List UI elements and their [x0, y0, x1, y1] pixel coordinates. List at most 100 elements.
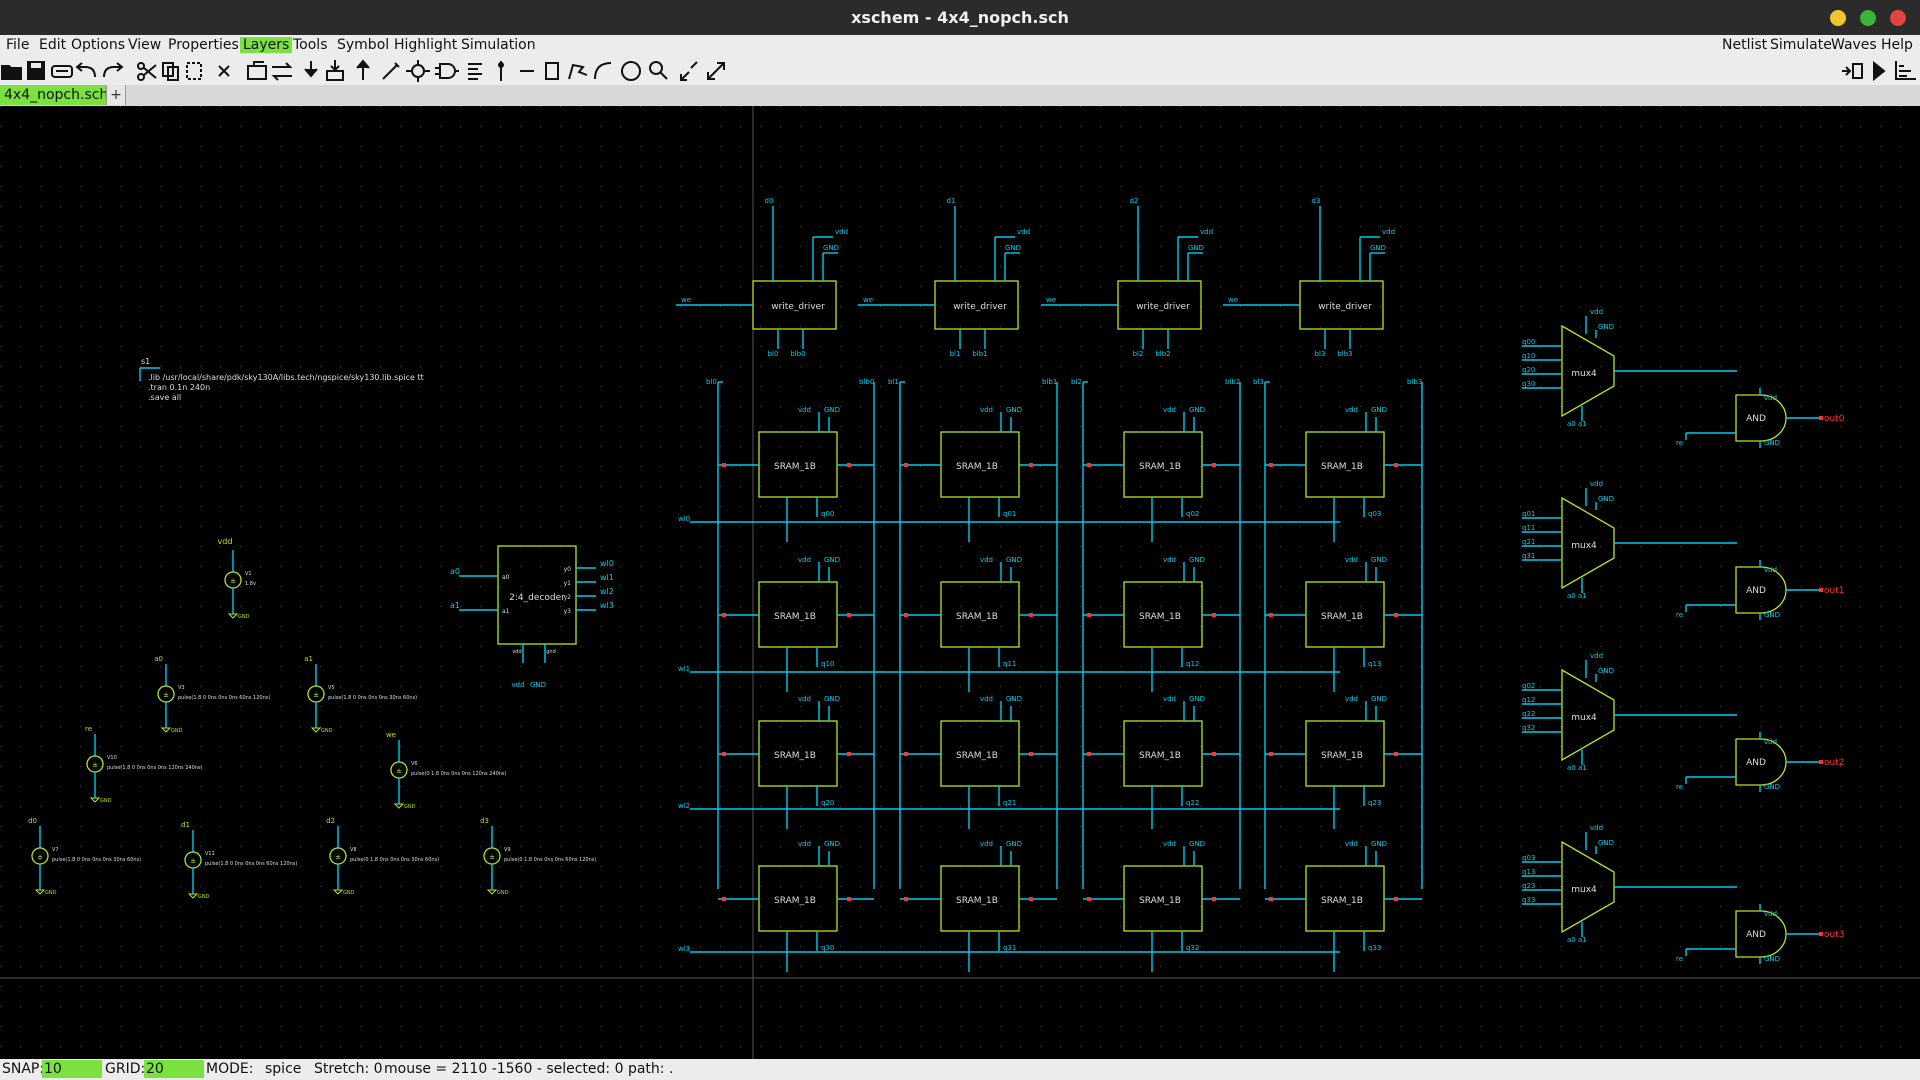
menu-file[interactable]: File — [3, 37, 32, 53]
maximize-button[interactable] — [1860, 10, 1876, 26]
waves-icon[interactable] — [1895, 61, 1916, 80]
push-icon[interactable] — [247, 61, 267, 80]
menu-edit[interactable]: Edit — [36, 37, 69, 53]
open-icon[interactable] — [1, 65, 22, 80]
sram-label: SRAM_1B — [1139, 751, 1181, 761]
toolbar — [0, 57, 1920, 85]
mux-input: q21 — [1522, 538, 1535, 546]
descend-icon[interactable] — [304, 61, 318, 78]
and-output: out0 — [1824, 414, 1845, 424]
minimize-button[interactable] — [1830, 10, 1846, 26]
write-driver-label: write_driver — [771, 302, 825, 312]
net-label-icon[interactable] — [406, 60, 430, 82]
source-name: V9 — [504, 847, 511, 853]
sram-vdd: vdd — [1345, 840, 1358, 848]
add-tab-button[interactable]: + — [106, 85, 126, 105]
and-enable: re — [1676, 611, 1683, 619]
schematic-canvas[interactable]: s1 .lib /usr/local/share/pdk/sky130A/libs… — [0, 106, 1920, 1059]
mux-input: q10 — [1522, 352, 1535, 360]
menu-view[interactable]: View — [125, 37, 164, 53]
circle-icon[interactable] — [621, 61, 641, 81]
close-button[interactable] — [1890, 10, 1906, 26]
grid-input[interactable]: 20 — [144, 1060, 204, 1078]
mode-label: MODE: — [206, 1061, 254, 1077]
snap-input[interactable]: 10 — [42, 1060, 102, 1078]
sram-vdd: vdd — [980, 406, 993, 414]
undo-icon[interactable] — [75, 62, 96, 78]
write-driver-din: d0 — [765, 197, 774, 205]
menu-highlight[interactable]: Highlight — [391, 37, 460, 53]
delete-icon[interactable] — [218, 65, 230, 77]
cut-icon[interactable] — [137, 62, 157, 81]
menu-properties[interactable]: Properties — [165, 37, 242, 53]
rect-icon[interactable] — [545, 62, 559, 80]
and-output: out3 — [1824, 930, 1844, 940]
reload-icon[interactable] — [51, 65, 73, 78]
mux-input: q11 — [1522, 524, 1535, 532]
zoom-icon[interactable] — [649, 61, 668, 80]
menu-layers[interactable]: Layers — [240, 37, 293, 53]
decoder-pin: vdd — [512, 649, 521, 655]
bitline-label: bl0 — [706, 378, 717, 386]
and-enable: re — [1676, 439, 1683, 447]
write-driver-gnd: GND — [823, 244, 839, 252]
symbol-icon[interactable] — [435, 63, 459, 79]
swap-icon[interactable] — [271, 62, 293, 81]
source-name: V1 — [245, 571, 252, 577]
and-enable: re — [1676, 783, 1683, 791]
sram-gnd: GND — [1189, 406, 1205, 414]
menu-waves[interactable]: Waves — [1828, 37, 1880, 53]
paste-icon[interactable] — [186, 62, 202, 80]
zoom-full-icon[interactable] — [707, 62, 725, 80]
and-enable: re — [1676, 955, 1683, 963]
sram-vdd: vdd — [1163, 406, 1176, 414]
decoder-output-net: wl3 — [600, 601, 614, 610]
copy-icon[interactable] — [162, 62, 179, 81]
write-driver-gnd: GND — [1370, 244, 1386, 252]
simulate-icon[interactable] — [1873, 60, 1886, 82]
decoder-input-net: a0 — [450, 567, 460, 576]
schematic-drawing[interactable]: s1 .lib /usr/local/share/pdk/sky130A/libs… — [0, 106, 1920, 1059]
decoder-pin: y2 — [564, 594, 572, 601]
list-icon[interactable] — [468, 63, 482, 80]
zoom-out-icon[interactable] — [680, 61, 698, 81]
and-label: AND — [1746, 930, 1766, 940]
sram-q: q31 — [1003, 944, 1016, 952]
write-driver-bl: bl0 — [768, 350, 779, 358]
wire-icon[interactable] — [382, 62, 400, 80]
write-driver-vdd: vdd — [1017, 228, 1030, 236]
menu-netlist[interactable]: Netlist — [1719, 37, 1770, 53]
sram-label: SRAM_1B — [1321, 462, 1363, 472]
ascend-icon[interactable] — [356, 59, 370, 80]
and-vdd: vdd — [1764, 910, 1777, 918]
ground-label: GND — [100, 798, 112, 804]
arc-icon[interactable] — [594, 62, 612, 80]
tab-schematic[interactable]: 4x4_nopch.sch — [0, 85, 113, 105]
menu-simulation[interactable]: Simulation — [458, 37, 539, 53]
menu-simulate[interactable]: Simulate — [1767, 37, 1835, 53]
sram-vdd: vdd — [798, 695, 811, 703]
netlist-icon[interactable] — [1842, 63, 1863, 79]
mux-gnd: GND — [1598, 667, 1614, 675]
pin-marker — [722, 752, 726, 756]
descend-symbol-icon[interactable] — [326, 60, 344, 81]
and-gnd: GND — [1764, 955, 1780, 963]
write-driver-blb: blb1 — [972, 350, 987, 358]
menu-symbol[interactable]: Symbol — [334, 37, 392, 53]
ground-label: GND — [343, 890, 355, 896]
menu-options[interactable]: Options — [68, 37, 128, 53]
menu-tools[interactable]: Tools — [290, 37, 331, 53]
polygon-icon[interactable] — [568, 63, 588, 80]
mux-input: q13 — [1522, 868, 1535, 876]
mux-input: q33 — [1522, 896, 1535, 904]
write-driver-bl: bl3 — [1315, 350, 1326, 358]
source-name: V10 — [107, 755, 117, 761]
save-icon[interactable] — [27, 61, 45, 80]
menu-help[interactable]: Help — [1878, 37, 1916, 53]
write-driver-gnd: GND — [1005, 244, 1021, 252]
redo-icon[interactable] — [103, 62, 124, 78]
window-title: xschem - 4x4_nopch.sch — [851, 8, 1069, 27]
pin-icon[interactable] — [498, 61, 504, 81]
mux-input: q22 — [1522, 710, 1535, 718]
sram-gnd: GND — [1006, 695, 1022, 703]
